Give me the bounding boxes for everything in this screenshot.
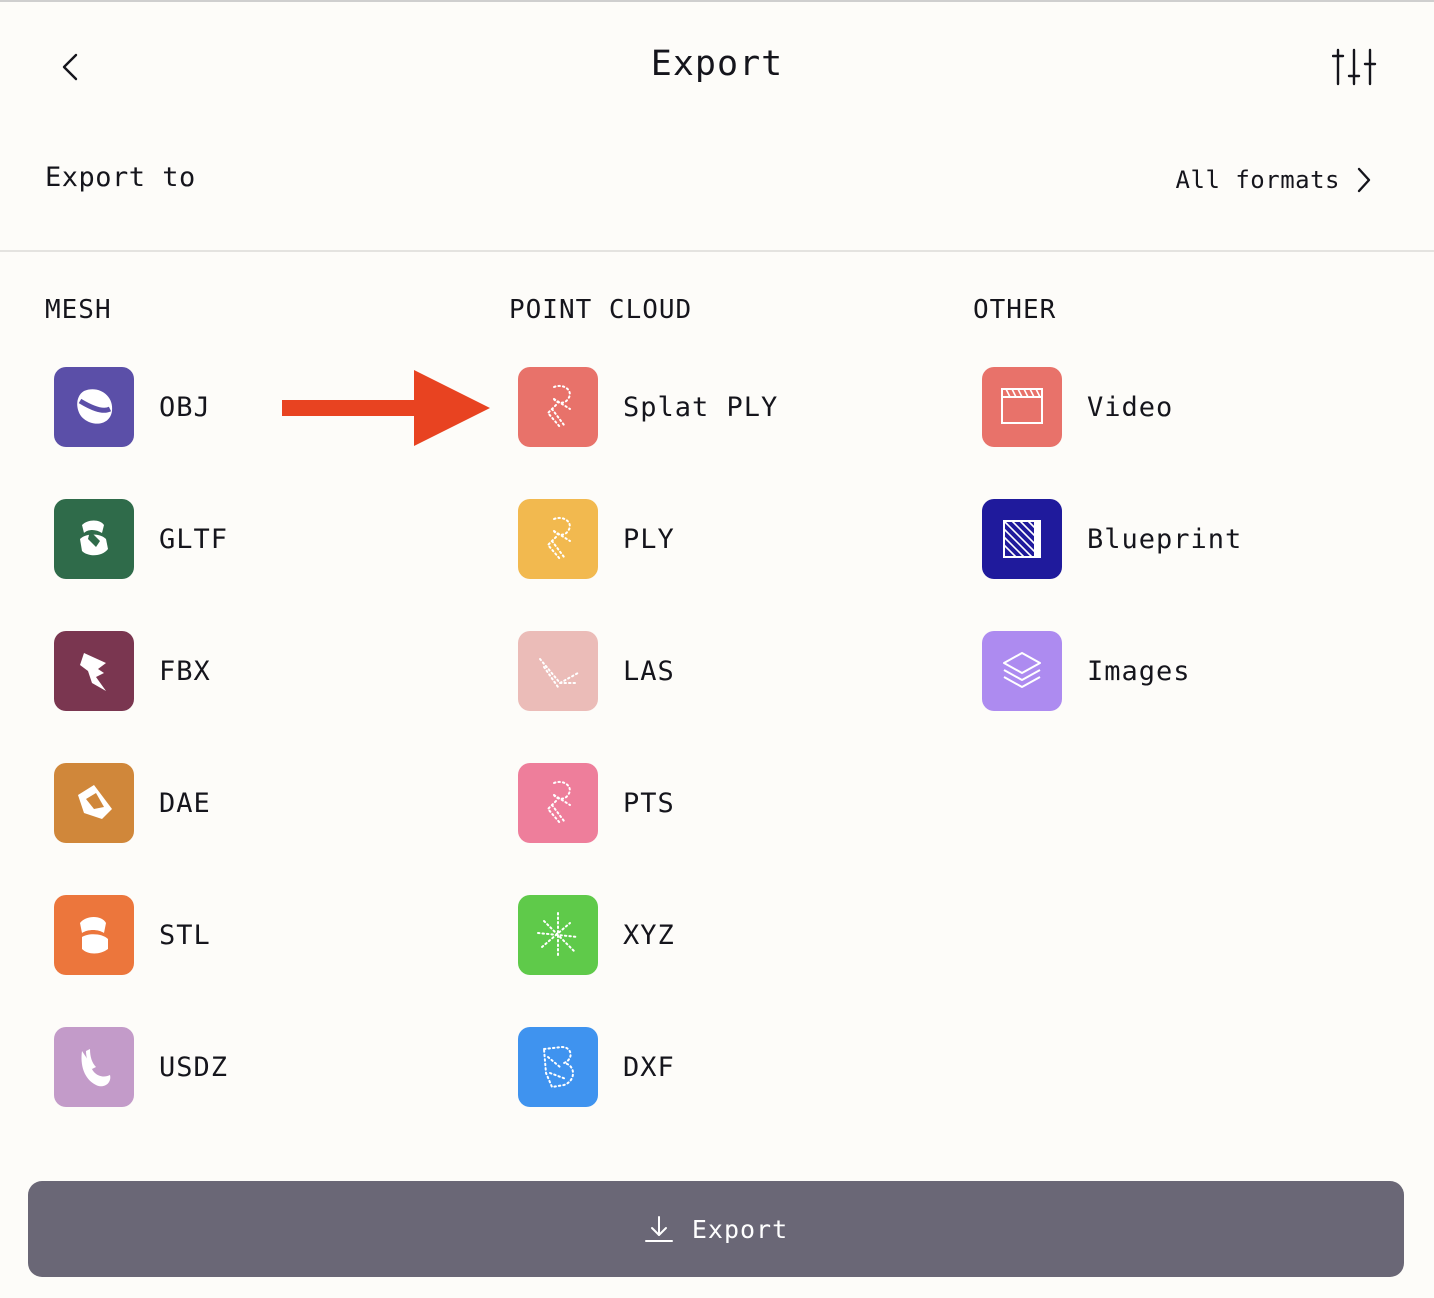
sliders-icon <box>1332 48 1377 86</box>
format-label: USDZ <box>159 1051 229 1083</box>
all-formats-label: All formats <box>1175 166 1340 194</box>
format-label: OBJ <box>159 391 211 423</box>
usdz-icon <box>54 1027 134 1107</box>
format-label: Blueprint <box>1087 523 1243 555</box>
format-label: LAS <box>623 655 675 687</box>
format-item-video[interactable]: Video <box>982 367 1402 447</box>
section-divider <box>0 250 1434 252</box>
format-label: DXF <box>623 1051 675 1083</box>
format-label: XYZ <box>623 919 675 951</box>
format-label: PTS <box>623 787 675 819</box>
las-icon <box>518 631 598 711</box>
format-label: PLY <box>623 523 675 555</box>
mesh-section: MESH OBJ GLTF FBX DAE STL USDZ <box>45 292 485 1107</box>
format-label: GLTF <box>159 523 229 555</box>
format-label: FBX <box>159 655 211 687</box>
format-label: Images <box>1087 655 1191 687</box>
download-icon <box>644 1216 673 1242</box>
image-layers-icon <box>982 631 1062 711</box>
chevron-right-icon <box>1357 167 1371 193</box>
format-item-images[interactable]: Images <box>982 631 1402 711</box>
back-button[interactable] <box>48 42 92 92</box>
settings-button[interactable] <box>1326 42 1384 92</box>
format-item-dae[interactable]: DAE <box>54 763 474 843</box>
format-item-pts[interactable]: PTS <box>518 763 938 843</box>
other-section-title: OTHER <box>973 295 1057 325</box>
chevron-left-icon <box>62 53 78 81</box>
format-item-gltf[interactable]: GLTF <box>54 499 474 579</box>
header: Export <box>0 2 1434 132</box>
export-to-label: Export to <box>45 162 196 193</box>
export-button[interactable]: Export <box>28 1181 1404 1277</box>
format-label: Video <box>1087 391 1174 423</box>
format-item-splat-ply[interactable]: Splat PLY <box>518 367 938 447</box>
format-label: DAE <box>159 787 211 819</box>
ply-icon <box>518 499 598 579</box>
arrow-right-icon <box>282 370 490 446</box>
export-page: Export Export to All formats MESH OBJ GL… <box>0 0 1434 1298</box>
xyz-icon <box>518 895 598 975</box>
dae-icon <box>54 763 134 843</box>
other-section: OTHER Video Blueprint Images <box>973 292 1413 711</box>
format-label: Splat PLY <box>623 391 779 423</box>
splat-ply-icon <box>518 367 598 447</box>
all-formats-button[interactable]: All formats <box>1176 160 1372 200</box>
format-item-xyz[interactable]: XYZ <box>518 895 938 975</box>
format-label: STL <box>159 919 211 951</box>
arrow-shaft <box>282 400 416 416</box>
arrow-head <box>414 370 490 446</box>
export-button-label: Export <box>691 1214 789 1244</box>
page-title: Export <box>650 44 784 84</box>
format-item-ply[interactable]: PLY <box>518 499 938 579</box>
format-item-stl[interactable]: STL <box>54 895 474 975</box>
format-item-usdz[interactable]: USDZ <box>54 1027 474 1107</box>
blueprint-icon <box>982 499 1062 579</box>
gltf-icon <box>54 499 134 579</box>
fbx-icon <box>54 631 134 711</box>
obj-icon <box>54 367 134 447</box>
pts-icon <box>518 763 598 843</box>
point-cloud-section-title: POINT CLOUD <box>509 295 693 325</box>
video-clapper-icon <box>982 367 1062 447</box>
format-item-fbx[interactable]: FBX <box>54 631 474 711</box>
mesh-section-title: MESH <box>45 295 112 325</box>
point-cloud-section: POINT CLOUD Splat PLY PLY LAS PTS XYZ DX… <box>509 292 949 1107</box>
format-item-las[interactable]: LAS <box>518 631 938 711</box>
dxf-icon <box>518 1027 598 1107</box>
format-item-dxf[interactable]: DXF <box>518 1027 938 1107</box>
format-item-blueprint[interactable]: Blueprint <box>982 499 1402 579</box>
export-to-row: Export to All formats <box>0 142 1434 218</box>
stl-icon <box>54 895 134 975</box>
